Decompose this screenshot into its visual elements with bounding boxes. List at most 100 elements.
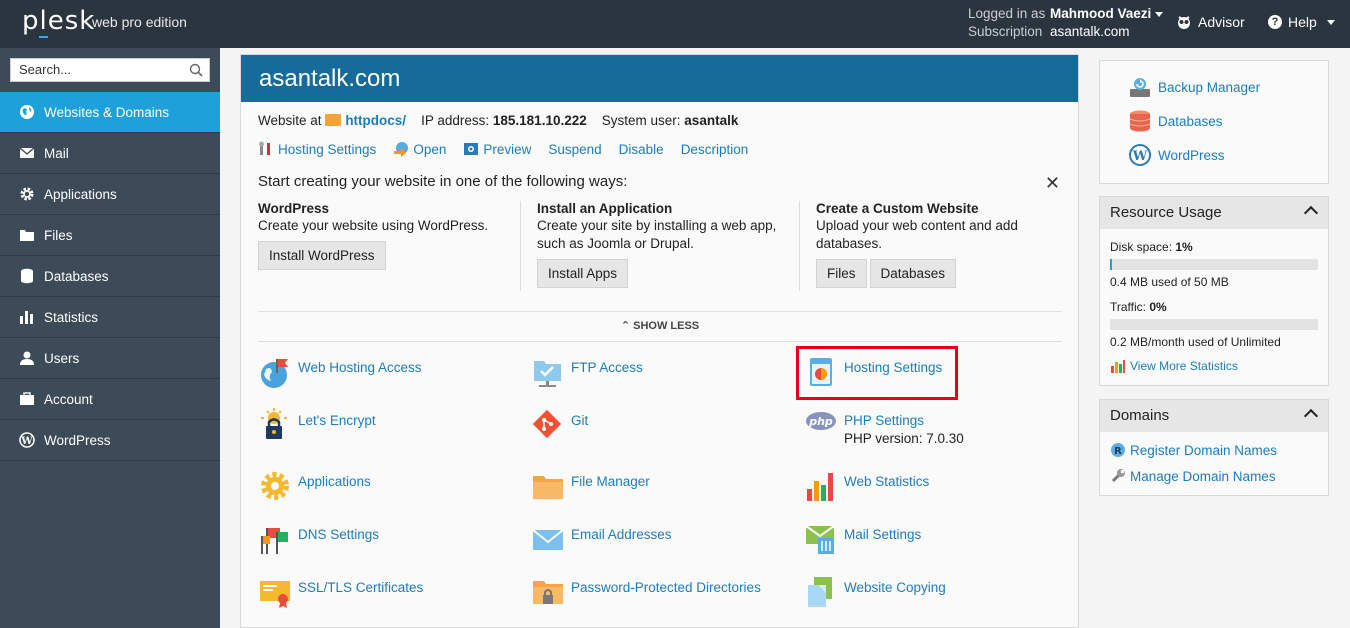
plesk-logo[interactable]: plesk bbox=[22, 6, 95, 36]
sidebar-item-files[interactable]: Files bbox=[0, 215, 220, 256]
start-install-app: Install an Application Create your site … bbox=[537, 201, 799, 319]
domains-header[interactable]: Domains bbox=[1100, 400, 1328, 432]
open-link[interactable]: Open bbox=[393, 141, 446, 157]
php-icon: php bbox=[806, 412, 836, 430]
logo-accent bbox=[39, 36, 48, 38]
sidebar-item-label: Files bbox=[44, 227, 73, 243]
wordpress-link[interactable]: W WordPress bbox=[1128, 143, 1225, 167]
hosting-settings-icon bbox=[810, 358, 832, 386]
disk-space-label: Disk space: 1% bbox=[1110, 240, 1193, 254]
sidebar-item-databases[interactable]: Databases bbox=[0, 256, 220, 297]
preview-icon bbox=[464, 143, 479, 155]
register-domain-names-link[interactable]: R Register Domain Names bbox=[1110, 442, 1277, 458]
advisor-label[interactable]: Advisor bbox=[1198, 14, 1245, 30]
chevron-down-icon[interactable] bbox=[1326, 19, 1335, 25]
start-heading: Install an Application bbox=[537, 201, 673, 216]
top-bar: plesk web pro edition Logged in as Subsc… bbox=[0, 0, 1350, 48]
start-description: Upload your web content and add bbox=[816, 218, 1018, 233]
manage-domain-names-link[interactable]: Manage Domain Names bbox=[1110, 468, 1276, 484]
sidebar-item-label: Statistics bbox=[44, 309, 99, 325]
install-apps-button[interactable]: Install Apps bbox=[537, 259, 629, 288]
preview-link[interactable]: Preview bbox=[463, 141, 531, 157]
subscription-value[interactable]: asantalk.com bbox=[1050, 23, 1163, 41]
install-wordpress-button[interactable]: Install WordPress bbox=[258, 241, 386, 270]
sidebar-item-users[interactable]: Users bbox=[0, 338, 220, 379]
sidebar-item-statistics[interactable]: Statistics bbox=[0, 297, 220, 338]
open-globe-icon bbox=[394, 142, 409, 157]
sidebar-nav: Websites & Domains Mail Applications Fil… bbox=[0, 92, 220, 461]
start-heading: WordPress bbox=[258, 201, 330, 216]
tool-password-protected-directories[interactable]: Password-Protected Directories bbox=[531, 575, 761, 609]
lock-sun-icon bbox=[261, 408, 287, 439]
divider bbox=[258, 311, 1062, 312]
search-input[interactable]: Search... bbox=[10, 58, 210, 82]
user-menu[interactable]: Mahmood Vaezi bbox=[1050, 5, 1164, 23]
sidebar-item-websites-domains[interactable]: Websites & Domains bbox=[0, 92, 220, 133]
docroot-link[interactable]: httpdocs/ bbox=[325, 113, 406, 128]
user-name[interactable]: Mahmood Vaezi bbox=[1050, 6, 1151, 21]
databases-button[interactable]: Databases bbox=[869, 259, 957, 288]
databases-link[interactable]: Databases bbox=[1128, 109, 1223, 133]
bar-chart-icon bbox=[807, 473, 833, 501]
start-heading: Create a Custom Website bbox=[816, 201, 979, 216]
globe-flag-icon bbox=[261, 359, 288, 388]
divider bbox=[258, 341, 1062, 342]
tool-website-copying[interactable]: Website Copying bbox=[804, 575, 946, 609]
tool-web-statistics[interactable]: Web Statistics bbox=[804, 469, 929, 503]
files-button[interactable]: Files bbox=[816, 259, 867, 288]
chevron-down-icon[interactable] bbox=[1155, 11, 1164, 17]
tool-ftp-access[interactable]: FTP Access bbox=[531, 355, 643, 389]
ip-label: IP address: bbox=[421, 113, 490, 128]
sidebar-item-mail[interactable]: Mail bbox=[0, 133, 220, 174]
disable-link[interactable]: Disable bbox=[619, 141, 664, 157]
globe-icon bbox=[18, 103, 36, 121]
help-button[interactable]: ? Help bbox=[1268, 14, 1335, 30]
backup-manager-link[interactable]: Backup Manager bbox=[1128, 75, 1260, 99]
sidebar-item-label: Account bbox=[44, 391, 93, 407]
hosting-settings-link[interactable]: Hosting Settings bbox=[258, 141, 376, 157]
tools-icon bbox=[259, 141, 270, 155]
tool-git[interactable]: Git bbox=[531, 408, 588, 442]
tool-lets-encrypt[interactable]: Let's Encrypt bbox=[258, 408, 376, 442]
view-more-statistics-link[interactable]: View More Statistics bbox=[1110, 359, 1238, 373]
sidebar-item-label: Databases bbox=[44, 268, 109, 284]
domain-panel: asantalk.com Website at httpdocs/ IP add… bbox=[240, 54, 1079, 628]
tool-web-hosting-access[interactable]: Web Hosting Access bbox=[258, 355, 422, 389]
show-less-toggle[interactable]: ⌃ SHOW LESS bbox=[258, 319, 1062, 332]
envelope-icon bbox=[532, 529, 564, 550]
tool-applications[interactable]: Applications bbox=[258, 469, 371, 503]
tool-mail-settings[interactable]: Mail Settings bbox=[804, 522, 921, 556]
sidebar-item-wordpress[interactable]: W WordPress bbox=[0, 420, 220, 461]
chevron-up-icon[interactable]: ⌃ bbox=[621, 320, 633, 332]
register-icon: R bbox=[1111, 443, 1125, 457]
advisor-button[interactable]: Advisor bbox=[1176, 14, 1245, 30]
system-user-label: System user: bbox=[601, 113, 681, 128]
sidebar-item-applications[interactable]: Applications bbox=[0, 174, 220, 215]
tool-php-settings[interactable]: php PHP Settings PHP version: 7.0.30 bbox=[804, 408, 964, 446]
website-at-label: Website at bbox=[258, 113, 322, 128]
start-wordpress: WordPress Create your website using Word… bbox=[258, 201, 520, 319]
description-link[interactable]: Description bbox=[681, 141, 749, 157]
suspend-link[interactable]: Suspend bbox=[548, 141, 601, 157]
disk-usage-fill bbox=[1110, 259, 1113, 270]
help-label[interactable]: Help bbox=[1288, 14, 1317, 30]
chevron-up-icon[interactable] bbox=[1303, 408, 1319, 424]
close-icon[interactable]: ✕ bbox=[1045, 173, 1060, 194]
resource-usage-panel: Resource Usage Disk space: 1% 0.4 MB use… bbox=[1099, 196, 1329, 386]
tool-email-addresses[interactable]: Email Addresses bbox=[531, 522, 672, 556]
account-icon bbox=[18, 390, 36, 408]
tool-ssl-tls-certificates[interactable]: SSL/TLS Certificates bbox=[258, 575, 423, 609]
system-user-value: asantalk bbox=[684, 113, 739, 128]
chevron-up-icon[interactable] bbox=[1303, 205, 1319, 221]
column-divider bbox=[520, 201, 521, 291]
gear-icon bbox=[18, 185, 36, 203]
search-icon[interactable] bbox=[189, 63, 203, 77]
tool-hosting-settings[interactable]: Hosting Settings bbox=[804, 355, 942, 389]
tool-file-manager[interactable]: File Manager bbox=[531, 469, 650, 503]
sidebar-item-account[interactable]: Account bbox=[0, 379, 220, 420]
search-placeholder[interactable]: Search... bbox=[19, 62, 71, 77]
folder-icon bbox=[533, 476, 563, 499]
resource-usage-header[interactable]: Resource Usage bbox=[1100, 197, 1328, 229]
tool-dns-settings[interactable]: DNS Settings bbox=[258, 522, 379, 556]
svg-text:W: W bbox=[20, 436, 33, 447]
